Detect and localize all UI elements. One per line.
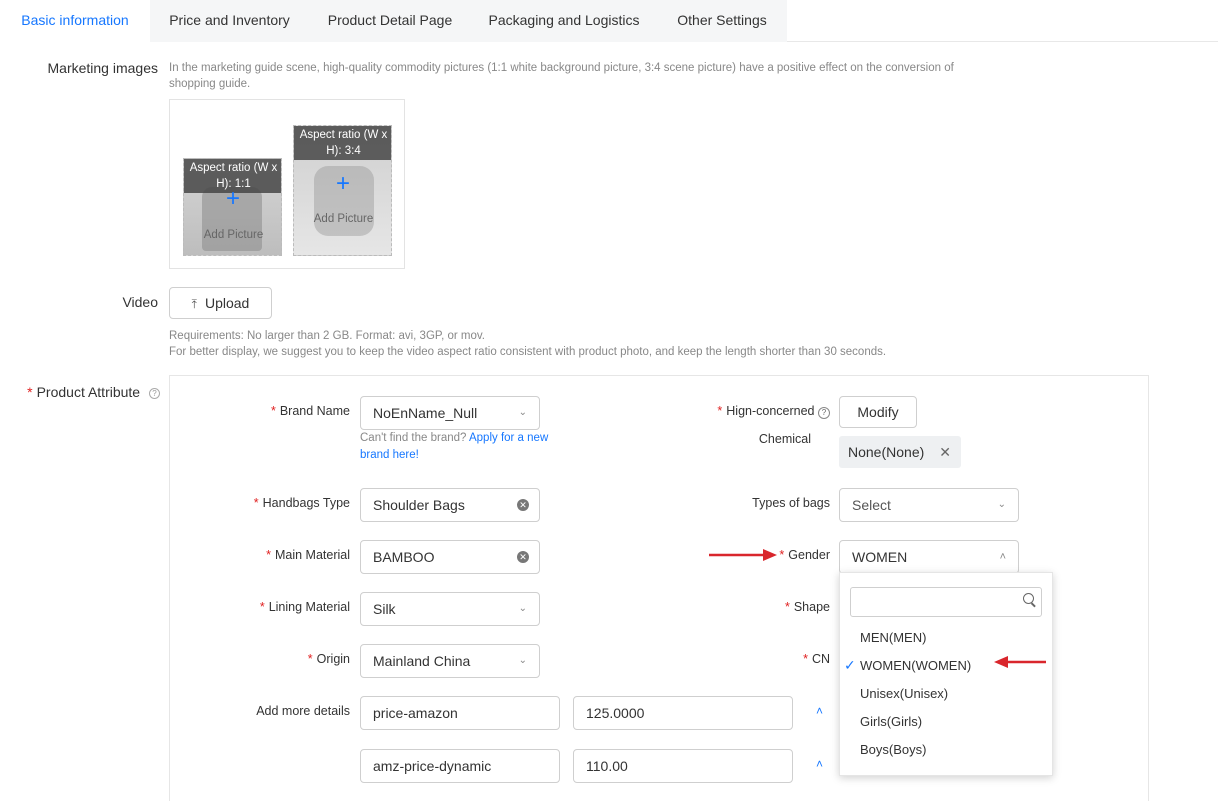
marketing-images-label: Marketing images xyxy=(47,60,159,76)
image-slot-1-1[interactable]: Aspect ratio (W x H): 1:1 + Add Picture xyxy=(183,158,282,256)
video-requirements-2: For better display, we suggest you to ke… xyxy=(169,346,887,358)
brand-name-label: * Brand Name xyxy=(270,404,350,418)
main-material-label: * Main Material xyxy=(266,548,350,562)
plus-icon: + xyxy=(335,170,350,197)
help-icon[interactable]: ? xyxy=(818,407,830,419)
modify-button[interactable]: Modify xyxy=(839,396,917,428)
gender-option-men[interactable]: MEN(MEN) xyxy=(860,630,926,645)
tab-price-inventory[interactable]: Price and Inventory xyxy=(150,0,309,42)
clear-icon[interactable]: ✕ xyxy=(517,551,529,563)
chemical-tag: None(None) ✕ xyxy=(839,436,961,468)
gender-option-girls[interactable]: Girls(Girls) xyxy=(860,714,922,729)
gender-select[interactable]: WOMEN ˄ xyxy=(839,540,1019,574)
close-icon[interactable]: ✕ xyxy=(939,436,951,468)
tab-product-detail[interactable]: Product Detail Page xyxy=(309,0,471,42)
chevron-down-icon: ⌄ xyxy=(518,655,527,666)
origin-value: Mainland China xyxy=(373,653,471,669)
red-arrow-left-icon xyxy=(994,656,1046,668)
help-icon[interactable]: ? xyxy=(149,388,160,399)
chevron-down-icon: ⌄ xyxy=(997,499,1006,510)
origin-label: * Origin xyxy=(307,652,350,666)
clear-icon[interactable]: ✕ xyxy=(517,499,529,511)
handbags-type-select[interactable]: Shoulder Bags ✕ xyxy=(360,488,540,522)
upload-button-label: Upload xyxy=(204,295,250,311)
tab-bar: Basic information Price and Inventory Pr… xyxy=(0,0,1218,42)
chevron-down-icon: ⌄ xyxy=(518,407,527,418)
detail-value-input-1[interactable]: 125.0000 xyxy=(573,696,793,730)
product-attribute-text: Product Attribute xyxy=(36,384,141,400)
check-icon: ✓ xyxy=(844,657,856,673)
add-picture-label-2: Add Picture xyxy=(313,213,374,225)
handbags-type-label: * Handbags Type xyxy=(253,496,350,510)
dropdown-search-input[interactable] xyxy=(850,587,1042,617)
lining-material-select[interactable]: Silk ⌄ xyxy=(360,592,540,626)
lining-material-value: Silk xyxy=(373,601,396,617)
detail-key-input-1[interactable]: price-amazon xyxy=(360,696,560,730)
gender-option-women[interactable]: WOMEN(WOMEN) xyxy=(860,658,971,673)
gender-value: WOMEN xyxy=(852,549,908,565)
gender-option-unisex[interactable]: Unisex(Unisex) xyxy=(860,686,948,701)
handbags-type-value: Shoulder Bags xyxy=(373,497,465,513)
chevron-down-icon: ⌄ xyxy=(518,603,527,614)
marketing-images-hint: In the marketing guide scene, high-quali… xyxy=(169,62,954,90)
types-of-bags-label: Types of bags xyxy=(752,496,830,510)
brand-hint-text: Can't find the brand? xyxy=(360,432,467,444)
tab-basic-information[interactable]: Basic information xyxy=(0,0,150,42)
required-marker: * xyxy=(27,384,33,400)
plus-icon: + xyxy=(225,185,240,212)
chemical-tag-text: None(None) xyxy=(848,444,925,460)
detail-key-input-2[interactable]: amz-price-dynamic xyxy=(360,749,560,783)
brand-name-value: NoEnName_Null xyxy=(373,405,478,421)
lining-material-label: * Lining Material xyxy=(259,600,350,614)
add-picture-label-1: Add Picture xyxy=(203,229,264,241)
cn-label: * CN xyxy=(803,652,830,666)
types-of-bags-placeholder: Select xyxy=(852,497,891,513)
upload-button[interactable]: ⤒ Upload xyxy=(169,287,272,319)
marketing-images-box: Aspect ratio (W x H): 1:1 + Add Picture … xyxy=(169,99,405,269)
red-arrow-right-icon xyxy=(709,549,777,561)
chevron-up-icon[interactable]: ˄ xyxy=(816,757,823,771)
chemical-label: * Hign-concerned ? xyxy=(660,404,830,419)
chemical-label-2: Chemical xyxy=(758,432,811,446)
add-more-details-label: Add more details xyxy=(256,704,350,718)
chevron-up-icon[interactable]: ˄ xyxy=(816,704,823,718)
aspect-ratio-label-2: Aspect ratio (W x H): 3:4 xyxy=(294,126,391,160)
main-material-select[interactable]: BAMBOO ✕ xyxy=(360,540,540,574)
search-icon-handle xyxy=(1031,602,1036,608)
brand-hint: Can't find the brand? Apply for a new br… xyxy=(360,430,550,464)
detail-value-input-2[interactable]: 110.00 xyxy=(573,749,793,783)
video-label: Video xyxy=(122,294,158,310)
gender-dropdown: MEN(MEN) ✓ WOMEN(WOMEN) Unisex(Unisex) G… xyxy=(839,572,1053,776)
chevron-up-icon: ˄ xyxy=(999,551,1006,563)
main-material-value: BAMBOO xyxy=(373,549,435,565)
gender-option-boys[interactable]: Boys(Boys) xyxy=(860,742,926,757)
product-attribute-label: * Product Attribute ? xyxy=(10,384,160,400)
image-slot-3-4[interactable]: Aspect ratio (W x H): 3:4 + Add Picture xyxy=(293,125,392,256)
tab-packaging-logistics[interactable]: Packaging and Logistics xyxy=(471,0,657,42)
video-requirements-1: Requirements: No larger than 2 GB. Forma… xyxy=(169,330,485,342)
tab-other-settings[interactable]: Other Settings xyxy=(657,0,787,42)
upload-icon: ⤒ xyxy=(191,297,197,311)
origin-select[interactable]: Mainland China ⌄ xyxy=(360,644,540,678)
shape-label: * Shape xyxy=(784,600,830,614)
types-of-bags-select[interactable]: Select ⌄ xyxy=(839,488,1019,522)
brand-name-select[interactable]: NoEnName_Null ⌄ xyxy=(360,396,540,430)
